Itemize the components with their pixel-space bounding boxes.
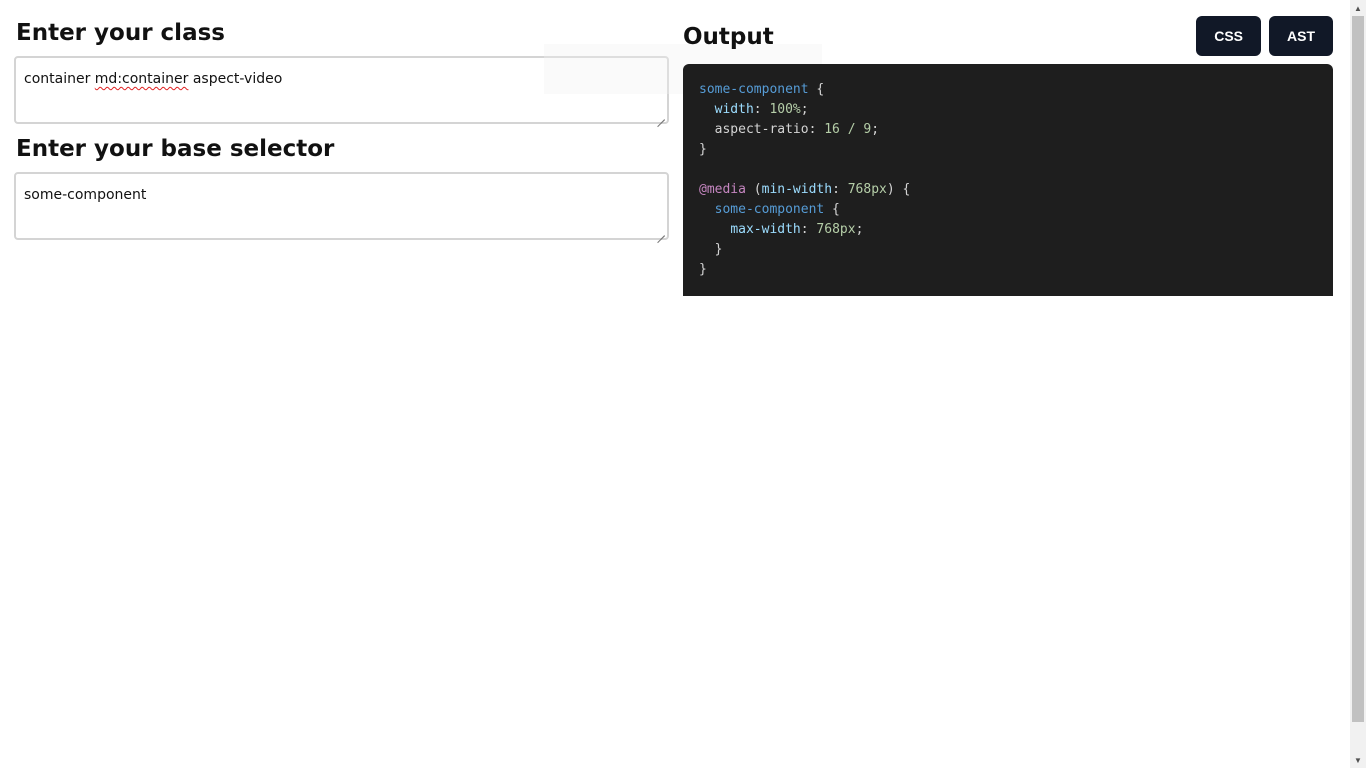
class-input[interactable]: container md:container aspect-video bbox=[14, 56, 669, 124]
code-value: 768px bbox=[816, 222, 856, 237]
code-selector: some-component bbox=[699, 82, 809, 97]
scrollbar-thumb[interactable] bbox=[1352, 16, 1364, 722]
scroll-up-icon[interactable]: ▲ bbox=[1350, 0, 1366, 16]
code-property: min-width bbox=[761, 182, 833, 197]
code-value: 16 / 9 bbox=[824, 122, 872, 137]
vertical-scrollbar[interactable]: ▲ ▼ bbox=[1350, 0, 1366, 768]
output-format-buttons: CSS AST bbox=[1196, 16, 1333, 56]
scroll-down-icon[interactable]: ▼ bbox=[1350, 752, 1366, 768]
selector-textarea[interactable] bbox=[16, 174, 667, 238]
selector-input[interactable] bbox=[14, 172, 669, 240]
code-property: max-width bbox=[730, 222, 801, 237]
ast-button[interactable]: AST bbox=[1269, 16, 1333, 56]
output-title: Output bbox=[683, 24, 774, 50]
misspelled-word: md:container bbox=[94, 71, 189, 87]
code-at-rule: @media bbox=[699, 182, 746, 197]
css-output-code: some-component { width: 100%; aspect-rat… bbox=[683, 64, 1333, 296]
page: Enter your class container md:container … bbox=[0, 0, 1366, 768]
code-value: 100% bbox=[769, 102, 801, 117]
selector-input-title: Enter your base selector bbox=[16, 136, 335, 162]
resize-grip-icon[interactable] bbox=[657, 112, 665, 120]
code-selector: some-component bbox=[714, 202, 825, 217]
output-panel: Output CSS AST some-component { width: 1… bbox=[683, 16, 1333, 296]
css-button[interactable]: CSS bbox=[1196, 16, 1261, 56]
class-input-value: container md:container aspect-video bbox=[24, 71, 283, 87]
input-panel: Enter your class container md:container … bbox=[14, 18, 669, 250]
output-header: Output CSS AST bbox=[683, 16, 1333, 64]
class-input-title: Enter your class bbox=[16, 20, 225, 46]
code-property: width bbox=[714, 102, 754, 117]
resize-grip-icon[interactable] bbox=[657, 228, 665, 236]
code-value: 768px bbox=[847, 182, 887, 197]
code-property: aspect-ratio bbox=[714, 122, 809, 137]
